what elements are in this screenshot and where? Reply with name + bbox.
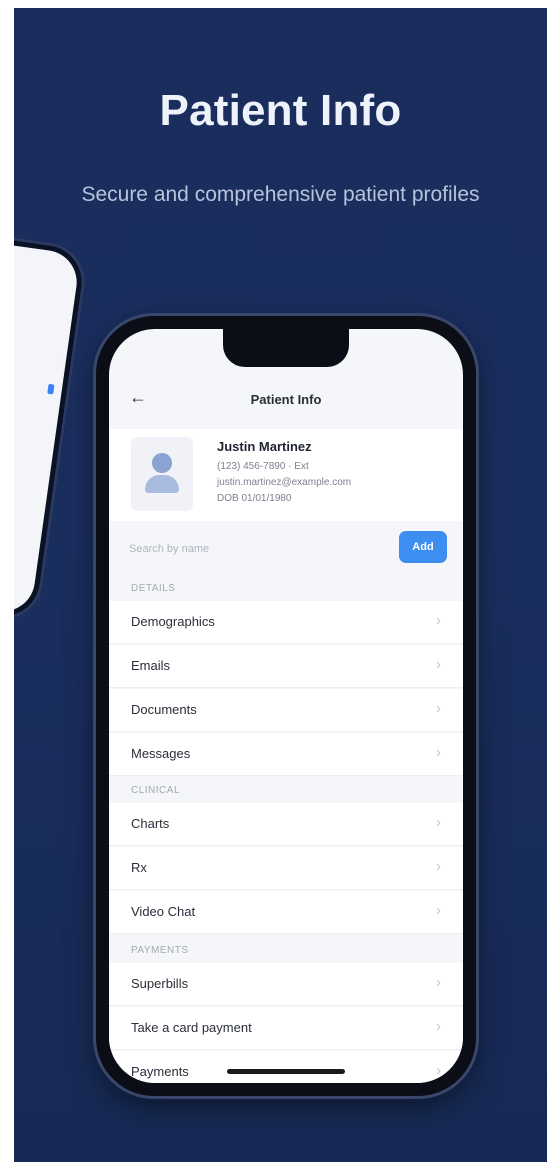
chevron-right-icon: › bbox=[436, 700, 441, 717]
add-button[interactable]: Add bbox=[399, 531, 447, 563]
avatar-head-icon bbox=[152, 453, 172, 473]
list-item-label: Superbills bbox=[131, 976, 189, 991]
list-item-rx[interactable]: Rx › bbox=[109, 847, 463, 890]
list-item-label: Take a card payment bbox=[131, 1020, 252, 1035]
list-item-label: Charts bbox=[131, 816, 170, 831]
adjacent-phone-mockup bbox=[14, 231, 90, 625]
chevron-right-icon: › bbox=[436, 1062, 441, 1079]
list-item-label: Documents bbox=[131, 702, 197, 717]
phone-notch bbox=[223, 329, 349, 367]
chevron-right-icon: › bbox=[436, 612, 441, 629]
avatar bbox=[131, 437, 193, 511]
chevron-right-icon: › bbox=[436, 814, 441, 831]
search-input[interactable] bbox=[127, 533, 381, 565]
list-item-emails[interactable]: Emails › bbox=[109, 645, 463, 688]
patient-phone: (123) 456-7890 · Ext bbox=[217, 461, 309, 472]
phone-mockup: ← Patient Info Justin Martinez (123) 456… bbox=[96, 316, 476, 1096]
list-item-label: Payments bbox=[131, 1064, 189, 1079]
list-item-label: Video Chat bbox=[131, 904, 196, 919]
list-item-label: Emails bbox=[131, 658, 171, 673]
search-row: Add bbox=[109, 527, 463, 571]
chevron-right-icon: › bbox=[436, 744, 441, 761]
nav-bar: ← Patient Info bbox=[109, 377, 463, 421]
adjacent-phone-screen bbox=[14, 240, 81, 616]
chevron-right-icon: › bbox=[436, 902, 441, 919]
chevron-right-icon: › bbox=[436, 974, 441, 991]
list-item-superbills[interactable]: Superbills › bbox=[109, 963, 463, 1006]
subheadline: Secure and comprehensive patient profile… bbox=[81, 183, 480, 206]
patient-dob: DOB 01/01/1980 bbox=[217, 493, 292, 504]
list-item-payments[interactable]: Payments › bbox=[109, 1051, 463, 1083]
list-item-label: Demographics bbox=[131, 614, 215, 629]
promo-panel: Patient Info Secure and comprehensive pa… bbox=[14, 8, 547, 1162]
section-header-payments: PAYMENTS bbox=[131, 945, 189, 956]
list-item-demographics[interactable]: Demographics › bbox=[109, 601, 463, 644]
patient-email: justin.martinez@example.com bbox=[217, 477, 352, 488]
list-item-documents[interactable]: Documents › bbox=[109, 689, 463, 732]
back-arrow-icon[interactable]: ← bbox=[129, 387, 147, 408]
patient-profile-card: Justin Martinez (123) 456-7890 · Ext jus… bbox=[109, 429, 463, 521]
list-item-charts[interactable]: Charts › bbox=[109, 803, 463, 846]
chevron-right-icon: › bbox=[436, 858, 441, 875]
list-item-video-chat[interactable]: Video Chat › bbox=[109, 891, 463, 934]
nav-title: Patient Info bbox=[250, 391, 322, 407]
section-header-clinical: CLINICAL bbox=[131, 785, 181, 796]
list-item-label: Messages bbox=[131, 746, 191, 761]
chevron-right-icon: › bbox=[436, 656, 441, 673]
avatar-body-icon bbox=[145, 475, 179, 493]
chevron-right-icon: › bbox=[436, 1018, 441, 1035]
list-item-label: Rx bbox=[131, 860, 147, 875]
phone-screen: ← Patient Info Justin Martinez (123) 456… bbox=[109, 329, 463, 1083]
list-item-take-card-payment[interactable]: Take a card payment › bbox=[109, 1007, 463, 1050]
headline: Patient Info bbox=[159, 86, 402, 135]
list-item-messages[interactable]: Messages › bbox=[109, 733, 463, 776]
section-header-details: DETAILS bbox=[131, 583, 176, 594]
patient-name: Justin Martinez bbox=[217, 439, 312, 454]
home-indicator bbox=[227, 1069, 345, 1074]
